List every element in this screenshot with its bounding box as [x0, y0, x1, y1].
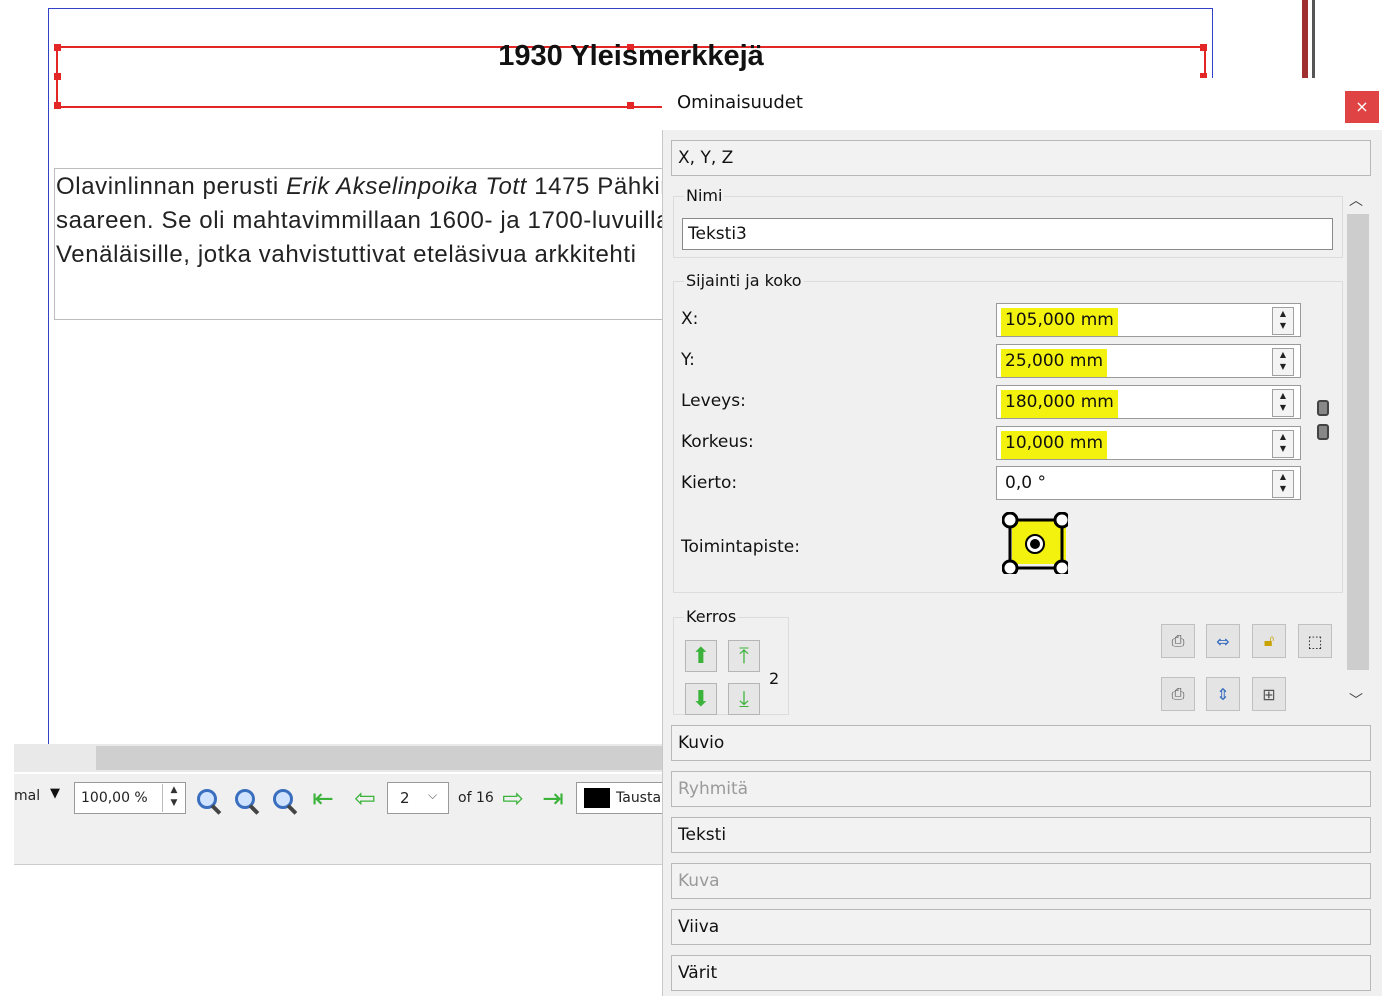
- height-label: Korkeus:: [681, 432, 754, 452]
- zoom-in-icon[interactable]: [268, 784, 298, 814]
- raise-to-top-button[interactable]: ⤒: [728, 640, 760, 672]
- previous-page-icon[interactable]: ⇦: [350, 784, 380, 814]
- background-window-edge: [1302, 0, 1308, 78]
- section-kuvio[interactable]: Kuvio: [671, 725, 1371, 761]
- section-xyz[interactable]: X, Y, Z: [671, 140, 1371, 176]
- y-spinner[interactable]: ▲ ▼: [1272, 348, 1294, 376]
- panel-title: Ominaisuudet: [677, 92, 803, 113]
- horizontal-scrollbar-thumb[interactable]: [96, 746, 674, 770]
- anchor-point-selector-icon[interactable]: [1002, 512, 1068, 574]
- width-label: Leveys:: [681, 391, 746, 411]
- section-kuva[interactable]: Kuva: [671, 863, 1371, 899]
- flip-horizontal-button[interactable]: ⇔: [1206, 624, 1240, 658]
- scroll-up-icon[interactable]: ︿: [1349, 190, 1363, 210]
- layer-plus-icon: ⊞: [1262, 684, 1276, 704]
- width-value[interactable]: 180,000 mm: [1001, 390, 1118, 418]
- document-title: 1930 Yleismerkkejä: [498, 40, 764, 72]
- section-varit[interactable]: Värit: [671, 955, 1371, 991]
- padlock-icon: 🔓︎: [1263, 631, 1275, 650]
- flip-vertical-icon: ⇕: [1216, 684, 1230, 704]
- zoom-actual-icon[interactable]: [230, 784, 260, 814]
- page-count-label: of 16: [458, 790, 494, 806]
- layer-color-swatch: [584, 788, 610, 808]
- height-value[interactable]: 10,000 mm: [1001, 431, 1108, 459]
- height-spinner[interactable]: ▲ ▼: [1272, 430, 1294, 458]
- section-teksti[interactable]: Teksti: [671, 817, 1371, 853]
- y-value[interactable]: 25,000 mm: [1001, 349, 1108, 377]
- close-button[interactable]: ×: [1345, 91, 1379, 123]
- printable-toggle-button[interactable]: ⎙: [1161, 624, 1195, 658]
- layer-group-label: Kerros: [684, 607, 739, 626]
- printer-icon: ⎙: [1171, 684, 1185, 703]
- resize-handle-b[interactable]: [627, 102, 634, 109]
- x-field[interactable]: 105,000 mm ▲ ▼: [996, 303, 1301, 337]
- printer-icon: ⎙: [1171, 631, 1185, 650]
- x-spinner[interactable]: ▲ ▼: [1272, 307, 1294, 335]
- section-ryhmita[interactable]: Ryhmitä: [671, 771, 1371, 807]
- rotation-field[interactable]: 0,0 ° ▲ ▼: [996, 466, 1301, 500]
- arrow-up-icon: ⬆: [691, 643, 711, 669]
- width-spinner[interactable]: ▲ ▼: [1272, 389, 1294, 417]
- layer-tool-button[interactable]: ⊞: [1252, 677, 1286, 711]
- layer-level: 2: [769, 669, 780, 688]
- size-lock-button[interactable]: ⬚: [1298, 624, 1332, 658]
- lower-to-bottom-button[interactable]: ⤓: [728, 683, 760, 715]
- resize-handle-bl[interactable]: [54, 102, 61, 109]
- frame-size-icon: ⬚: [1307, 631, 1323, 651]
- zoom-out-icon[interactable]: [192, 784, 222, 814]
- view-mode-dropdown-icon[interactable]: ▼: [50, 786, 60, 801]
- lock-button[interactable]: 🔓︎: [1252, 624, 1286, 658]
- flip-vertical-button[interactable]: ⇕: [1206, 677, 1240, 711]
- width-field[interactable]: 180,000 mm ▲ ▼: [996, 385, 1301, 419]
- lower-layer-button[interactable]: ⬇: [685, 683, 717, 715]
- first-page-icon[interactable]: ⇤: [308, 784, 338, 814]
- position-size-group-label: Sijainti ja koko: [684, 271, 804, 290]
- resize-handle-l[interactable]: [54, 73, 61, 80]
- section-viiva[interactable]: Viiva: [671, 909, 1371, 945]
- name-group-label: Nimi: [684, 186, 725, 205]
- last-page-icon[interactable]: ⇥: [538, 784, 568, 814]
- height-field[interactable]: 10,000 mm ▲ ▼: [996, 426, 1301, 460]
- arrow-top-icon: ⤒: [739, 643, 749, 669]
- para-italic-name: Erik Akselinpoika Tott: [286, 173, 527, 200]
- keep-ratio-chain-icon[interactable]: [1314, 388, 1329, 454]
- rotation-value[interactable]: 0,0 °: [1001, 471, 1050, 499]
- arrow-bottom-icon: ⤓: [739, 686, 749, 712]
- layer-name-label: Tausta: [616, 790, 662, 806]
- panel-scrollbar-thumb[interactable]: [1347, 214, 1369, 670]
- background-window-edge-2: [1312, 0, 1315, 78]
- name-input[interactable]: Teksti3: [682, 218, 1333, 250]
- para-line-1a: Olavinlinnan perusti: [56, 173, 287, 200]
- raise-layer-button[interactable]: ⬆: [685, 640, 717, 672]
- arrow-down-icon: ⬇: [691, 686, 711, 712]
- next-page-icon[interactable]: ⇨: [498, 784, 528, 814]
- y-field[interactable]: 25,000 mm ▲ ▼: [996, 344, 1301, 378]
- page-number-select[interactable]: 2: [387, 782, 449, 814]
- rotation-spinner[interactable]: ▲ ▼: [1272, 470, 1294, 498]
- y-label: Y:: [681, 350, 695, 370]
- x-value[interactable]: 105,000 mm: [1001, 308, 1118, 336]
- anchor-label: Toimintapiste:: [681, 537, 800, 557]
- scroll-down-icon[interactable]: ﹀: [1349, 690, 1363, 710]
- rotation-label: Kierto:: [681, 473, 738, 493]
- view-mode-label[interactable]: mal: [14, 788, 40, 804]
- non-printable-button[interactable]: ⎙: [1161, 677, 1195, 711]
- x-label: X:: [681, 309, 699, 329]
- chevron-down-icon[interactable]: ⌵: [428, 788, 437, 803]
- flip-horizontal-icon: ⇔: [1216, 631, 1230, 651]
- zoom-spinner[interactable]: ▲ ▼: [162, 784, 185, 812]
